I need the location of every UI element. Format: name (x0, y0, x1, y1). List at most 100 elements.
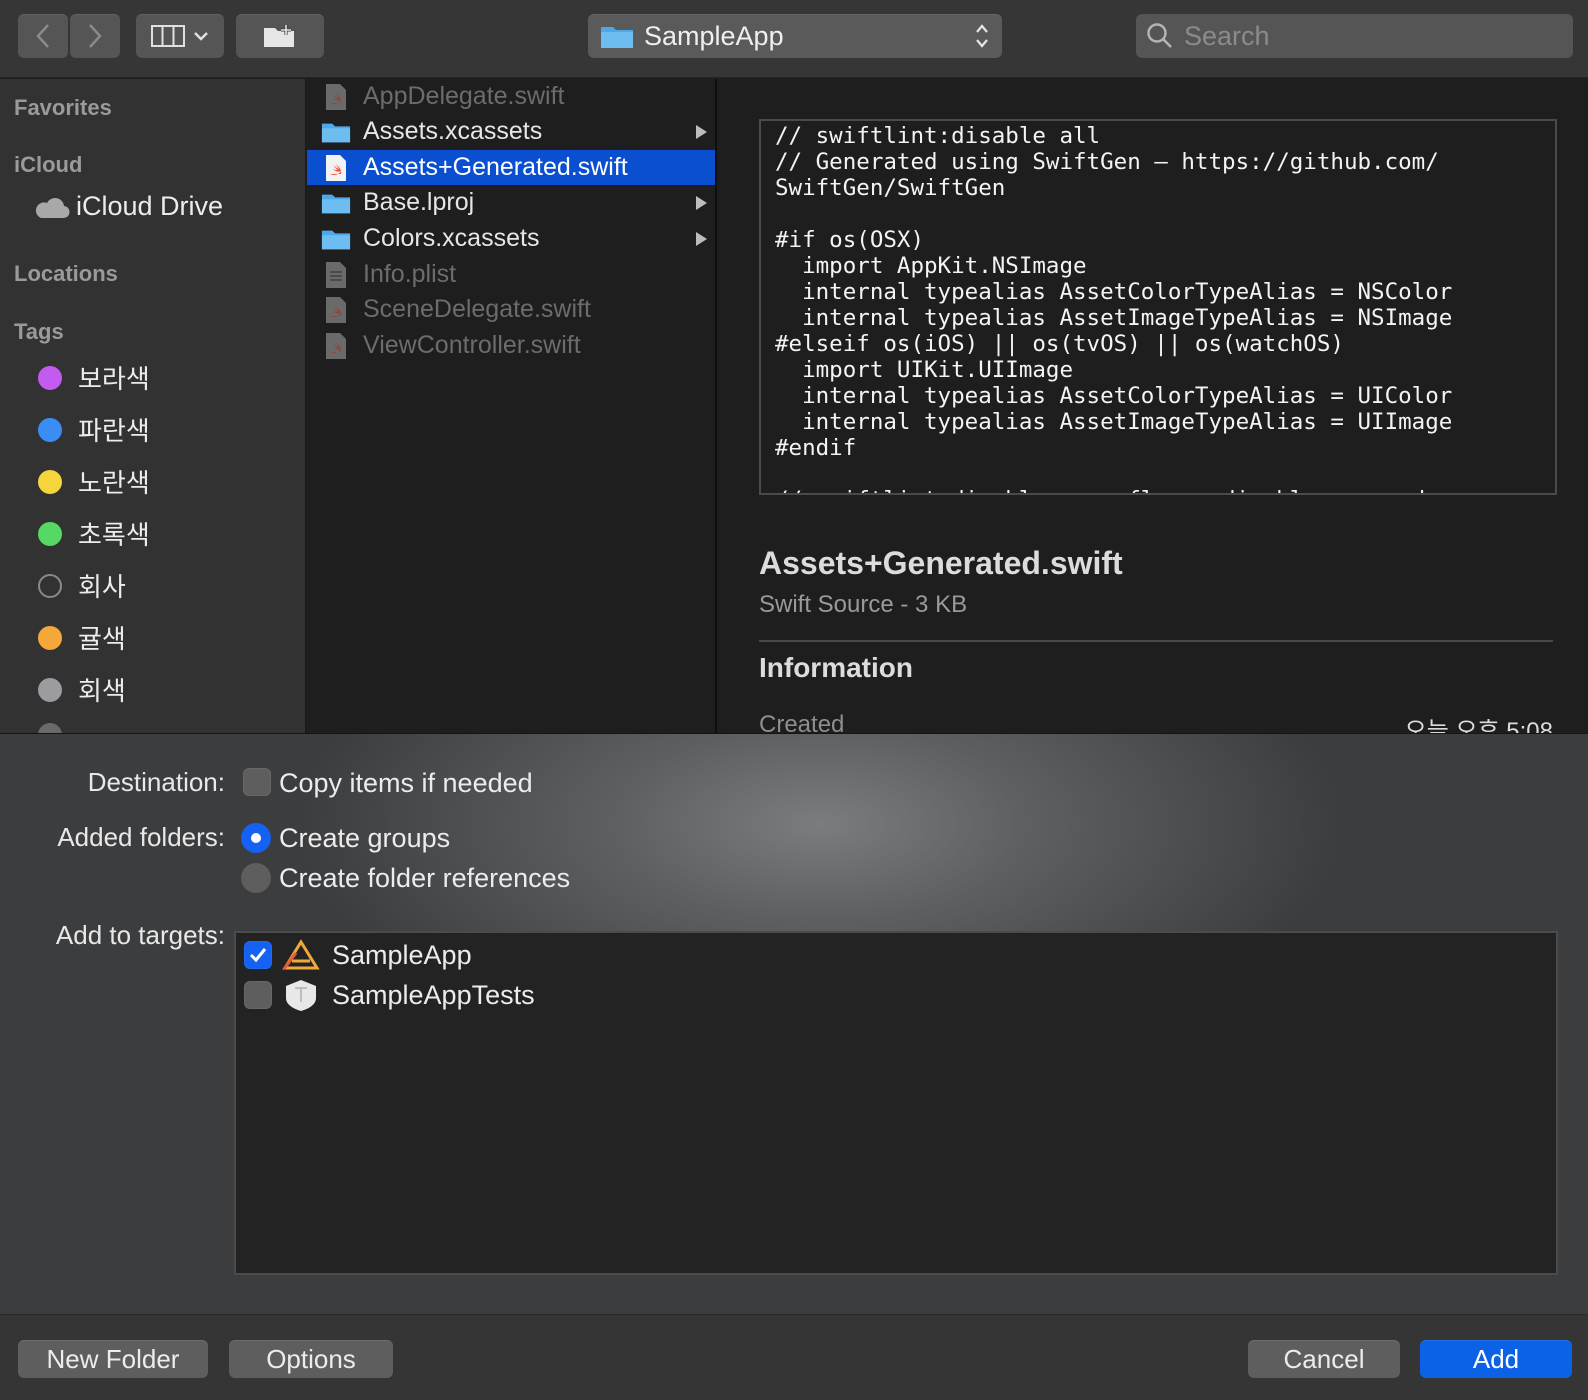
file-row-info-plist[interactable]: Info.plist (307, 257, 715, 292)
disclosure-arrow-icon (696, 195, 707, 210)
copy-items-checkbox[interactable] (243, 768, 271, 796)
preview-title: Assets+Generated.swift (759, 545, 1123, 581)
create-folder-references-radio[interactable] (241, 863, 271, 893)
tag-color-dot (38, 417, 62, 442)
file-row-viewcontroller[interactable]: ViewController.swift (307, 328, 715, 363)
sidebar-tag-company[interactable]: 회사 (38, 567, 126, 604)
file-name: Colors.xcassets (363, 224, 540, 252)
disclosure-arrow-icon (696, 124, 707, 139)
code-preview[interactable]: // swiftlint:disable all // Generated us… (759, 119, 1557, 495)
forward-button[interactable] (70, 14, 120, 58)
file-row-assets-xcassets[interactable]: Assets.xcassets (307, 114, 715, 149)
sidebar-item-label: 보라색 (78, 364, 150, 394)
view-mode-button[interactable] (136, 14, 224, 58)
plist-file-icon (321, 261, 351, 289)
information-header: Information (759, 652, 913, 683)
tag-color-dot (38, 723, 62, 733)
new-folder-icon (264, 25, 294, 47)
sidebar-section-favorites: Favorites (14, 95, 112, 120)
disclosure-arrow-icon (696, 231, 707, 246)
file-row-scenedelegate[interactable]: SceneDelegate.swift (307, 292, 715, 327)
file-name: Base.lproj (363, 188, 475, 216)
file-row-appdelegate[interactable]: AppDelegate.swift (307, 79, 715, 114)
toolbar: SampleApp (0, 0, 1588, 78)
added-folders-label: Added folders: (57, 822, 225, 852)
tag-color-dot (38, 573, 62, 598)
create-groups-radio[interactable] (241, 823, 271, 853)
new-folder-button[interactable]: New Folder (18, 1340, 208, 1378)
search-input[interactable] (1182, 19, 1566, 53)
tag-color-dot (38, 677, 62, 702)
preview-subtitle: Swift Source - 3 KB (759, 591, 968, 618)
back-button[interactable] (18, 14, 68, 58)
destination-label: Destination: (87, 767, 225, 797)
tag-color-dot (38, 521, 62, 546)
sidebar-item-label: 회사 (78, 572, 126, 602)
file-name: ViewController.swift (363, 331, 581, 359)
file-name: Assets+Generated.swift (363, 153, 628, 181)
folder-icon (321, 118, 351, 146)
target-row-sampleapp[interactable]: SampleApp (244, 935, 472, 975)
create-folder-references-label: Create folder references (279, 863, 571, 893)
sidebar-section-tags: Tags (14, 319, 64, 344)
sidebar-item-label: 파란색 (78, 416, 150, 446)
file-row-base-lproj[interactable]: Base.lproj (307, 185, 715, 220)
copy-items-label: Copy items if needed (279, 768, 533, 798)
divider (759, 640, 1553, 642)
folder-icon (321, 189, 351, 217)
location-popup[interactable]: SampleApp (588, 14, 1002, 58)
sidebar-item-icloud-drive[interactable]: iCloud Drive (32, 191, 223, 222)
sidebar-tag-gray[interactable]: 회색 (38, 671, 126, 708)
sidebar-tag-green[interactable]: 초록색 (38, 515, 150, 552)
target-name: SampleAppTests (332, 979, 535, 1010)
up-down-arrows-icon (976, 24, 988, 48)
tag-color-dot (38, 469, 62, 494)
app-target-icon (282, 939, 320, 970)
file-row-assets-generated[interactable]: Assets+Generated.swift (307, 150, 715, 185)
targets-list: SampleApp SampleAppTests (234, 931, 1558, 1275)
sidebar-tag-more (38, 723, 78, 733)
sidebar-item-label: 노란색 (78, 468, 150, 498)
chevron-left-icon (36, 24, 49, 48)
sidebar-tag-purple[interactable]: 보라색 (38, 359, 150, 396)
folder-icon (321, 225, 351, 253)
sidebar-item-label: 초록색 (78, 520, 150, 550)
target-checkbox[interactable] (244, 941, 272, 969)
location-label: SampleApp (644, 20, 784, 51)
new-folder-toolbar-button[interactable] (236, 14, 324, 58)
folder-icon (601, 27, 633, 48)
sidebar-item-label: iCloud Drive (76, 191, 224, 221)
test-target-icon (286, 980, 316, 1011)
sidebar-section-icloud: iCloud (14, 152, 83, 177)
options-button[interactable]: Options (229, 1340, 393, 1378)
sidebar-section-locations: Locations (14, 261, 118, 286)
tag-color-dot (38, 625, 62, 650)
sidebar-tag-yellow[interactable]: 노란색 (38, 463, 150, 500)
target-checkbox[interactable] (244, 981, 272, 1009)
cloud-icon (35, 197, 70, 218)
swift-file-icon (321, 154, 351, 182)
sidebar: Favorites iCloud iCloud Drive Locations … (0, 79, 306, 733)
search-field[interactable] (1136, 14, 1573, 58)
file-name: Assets.xcassets (363, 117, 543, 145)
sidebar-tag-blue[interactable]: 파란색 (38, 411, 150, 448)
created-value: 오늘 오후 5:08 (1404, 718, 1553, 733)
code-text: // swiftlint:disable all // Generated us… (775, 123, 1453, 493)
sidebar-tag-orange[interactable]: 귤색 (38, 619, 126, 656)
add-button[interactable]: Add (1420, 1340, 1572, 1378)
checkmark-icon (249, 948, 267, 963)
target-row-sampleapptests[interactable]: SampleAppTests (244, 975, 535, 1015)
file-name: Info.plist (363, 260, 457, 288)
cancel-button[interactable]: Cancel (1248, 1340, 1400, 1378)
add-to-targets-label: Add to targets: (55, 920, 225, 950)
sidebar-item-label: 귤색 (78, 624, 126, 654)
file-name: SceneDelegate.swift (363, 295, 591, 323)
sidebar-item-label: 회색 (78, 676, 126, 706)
file-column: AppDelegate.swift Assets.xcassets Assets… (307, 79, 717, 733)
bottom-bar: New Folder Options Cancel Add (0, 1314, 1588, 1400)
columns-view-icon (151, 25, 185, 47)
created-label: Created (759, 711, 845, 733)
target-name: SampleApp (332, 939, 472, 970)
file-row-colors-xcassets[interactable]: Colors.xcassets (307, 221, 715, 256)
tag-color-dot (38, 365, 62, 390)
